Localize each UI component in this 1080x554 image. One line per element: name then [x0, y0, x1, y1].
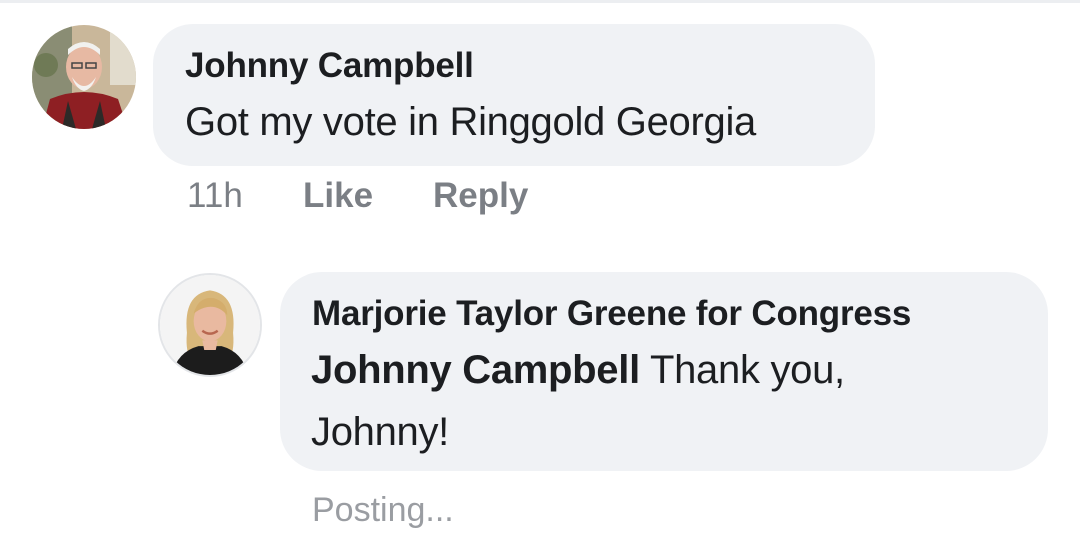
- reply-text: Thank you,: [639, 348, 845, 392]
- comment-author-link[interactable]: Johnny Campbell: [185, 46, 474, 86]
- reply-text-continued: Johnny!: [311, 410, 449, 454]
- reply-avatar[interactable]: [158, 273, 262, 377]
- commenter-avatar[interactable]: [32, 25, 136, 129]
- comment-timestamp[interactable]: 11h: [187, 176, 243, 216]
- reply-button[interactable]: Reply: [433, 176, 528, 216]
- top-divider: [0, 0, 1080, 3]
- mention-link[interactable]: Johnny Campbell: [311, 348, 640, 392]
- like-button[interactable]: Like: [303, 176, 373, 216]
- user-avatar-icon: [160, 275, 260, 375]
- posting-status: Posting...: [312, 491, 454, 529]
- comment-text: Got my vote in Ringgold Georgia: [185, 100, 756, 144]
- reply-text-line: Johnny Campbell Thank you,: [311, 348, 845, 393]
- user-avatar-icon: [32, 25, 136, 129]
- reply-author-link[interactable]: Marjorie Taylor Greene for Congress: [312, 294, 911, 334]
